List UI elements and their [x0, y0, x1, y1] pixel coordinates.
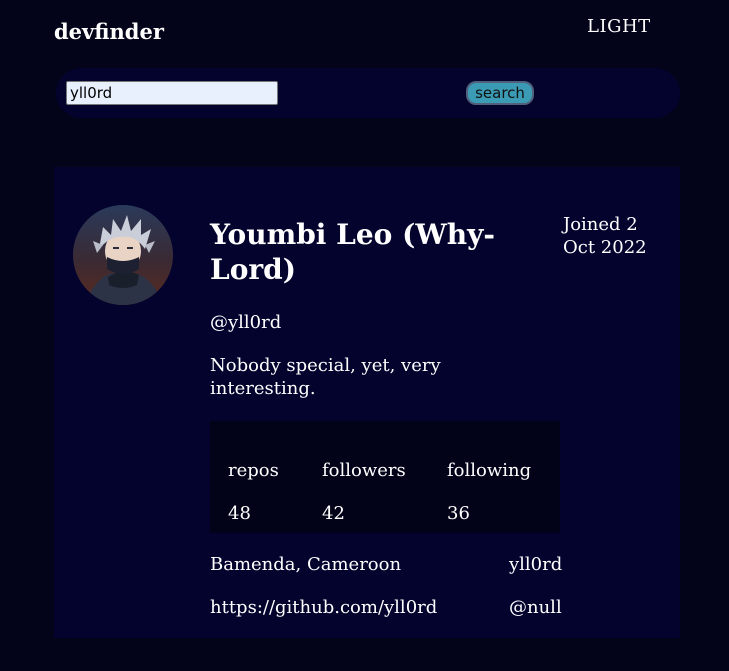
twitter-link[interactable]: yll0rd	[509, 554, 562, 576]
app-root: devfinder LIGHT search	[0, 0, 729, 671]
stats-panel: repos followers following 48 42 36	[210, 421, 560, 533]
stat-label-repos: repos	[228, 460, 279, 481]
profile-handle[interactable]: @yll0rd	[210, 312, 281, 334]
avatar-image	[73, 205, 173, 305]
search-button[interactable]: search	[466, 81, 534, 105]
joined-date: Joined 2 Oct 2022	[563, 214, 647, 258]
profile-name: Youmbi Leo (Why-Lord)	[210, 218, 496, 286]
website-link[interactable]: https://github.com/yll0rd	[210, 597, 437, 619]
theme-toggle[interactable]: LIGHT	[587, 16, 651, 38]
stat-value-followers: 42	[322, 503, 345, 524]
profile-card: Youmbi Leo (Why-Lord) Joined 2 Oct 2022 …	[54, 167, 680, 638]
search-bar: search	[56, 68, 680, 118]
company-text: @null	[509, 597, 562, 618]
stat-label-following: following	[447, 460, 532, 481]
avatar	[73, 205, 173, 305]
stat-value-following: 36	[447, 503, 470, 524]
stat-label-followers: followers	[322, 460, 406, 481]
stat-value-repos: 48	[228, 503, 251, 524]
search-input[interactable]	[66, 81, 278, 105]
profile-bio: Nobody special, yet, very interesting.	[210, 355, 441, 399]
location-text: Bamenda, Cameroon	[210, 554, 402, 575]
app-logo: devfinder	[54, 19, 164, 44]
